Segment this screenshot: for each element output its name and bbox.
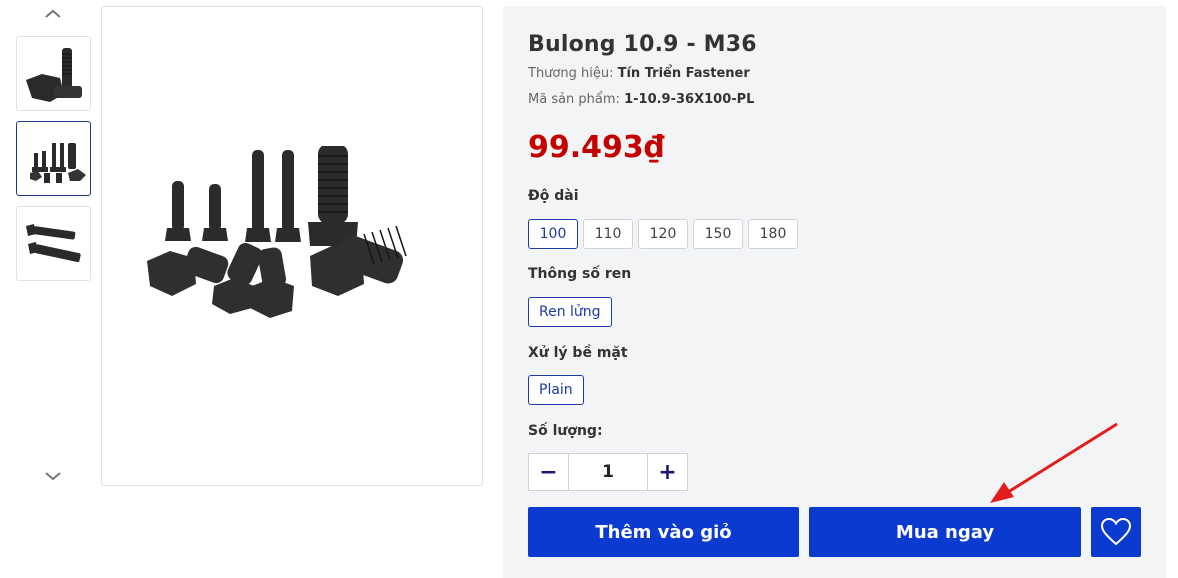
brand-value[interactable]: Tín Triển Fastener [618, 66, 750, 81]
brand-line: Thương hiệu: Tín Triển Fastener [528, 66, 750, 81]
product-title: Bulong 10.9 - M36 [528, 32, 757, 57]
length-option-110[interactable]: 110 [583, 219, 633, 249]
sku-line: Mã sản phẩm: 1-10.9-36X100-PL [528, 92, 754, 107]
main-product-image[interactable] [101, 6, 483, 486]
thumbnail-bolt-set[interactable] [16, 121, 91, 196]
quantity-input[interactable]: 1 [568, 454, 648, 490]
thumbnail-scroll-down-button[interactable] [16, 464, 90, 488]
product-price: 99.493₫ [528, 130, 665, 165]
buy-now-button[interactable]: Mua ngay [809, 507, 1081, 557]
length-option-150[interactable]: 150 [693, 219, 743, 249]
length-option-group: 100 110 120 150 180 [528, 219, 798, 249]
length-option-120[interactable]: 120 [638, 219, 688, 249]
surface-option-plain[interactable]: Plain [528, 375, 584, 405]
sku-value: 1-10.9-36X100-PL [624, 92, 755, 107]
surface-option-group: Plain [528, 375, 584, 405]
product-info-panel: Bulong 10.9 - M36 Thương hiệu: Tín Triển… [503, 6, 1166, 578]
quantity-decrease-button[interactable]: − [529, 454, 568, 490]
sku-label: Mã sản phẩm: [528, 92, 620, 107]
thumbnail-scroll-up-button[interactable] [16, 2, 90, 26]
length-option-100[interactable]: 100 [528, 219, 578, 249]
wishlist-button[interactable] [1091, 507, 1141, 557]
heart-icon [1101, 518, 1131, 546]
thread-option-ren-lung[interactable]: Ren lửng [528, 297, 612, 327]
thread-option-group: Ren lửng [528, 297, 612, 327]
add-to-cart-button[interactable]: Thêm vào giỏ [528, 507, 799, 557]
bolt-set-photo-icon [147, 146, 407, 318]
quantity-stepper: − 1 + [528, 453, 688, 491]
chevron-up-icon [45, 9, 61, 18]
length-option-180[interactable]: 180 [748, 219, 798, 249]
thumbnail-single-bolt[interactable] [16, 36, 91, 111]
bolts-image-icon [25, 223, 81, 262]
length-option-label: Độ dài [528, 188, 579, 204]
brand-label: Thương hiệu: [528, 66, 614, 81]
quantity-increase-button[interactable]: + [648, 454, 687, 490]
thread-option-label: Thông số ren [528, 266, 632, 282]
surface-option-label: Xử lý bề mặt [528, 345, 628, 361]
quantity-label: Số lượng: [528, 423, 603, 439]
chevron-down-icon [45, 472, 61, 481]
thumbnail-two-bolts[interactable] [16, 206, 91, 281]
product-page: Bulong 10.9 - M36 Thương hiệu: Tín Triển… [0, 0, 1178, 578]
bolt-image-icon [25, 47, 82, 102]
bolt-set-image-icon [29, 142, 86, 183]
